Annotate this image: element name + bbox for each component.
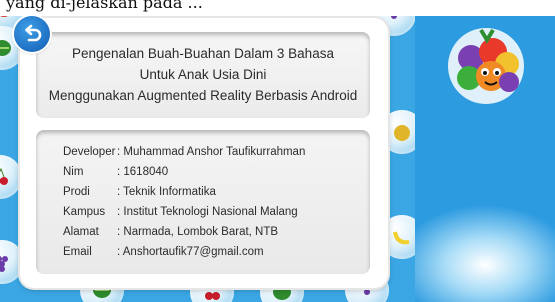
info-value: : Teknik Informatika [117, 186, 216, 198]
developer-info-panel: Developer : Muhammad Anshor Taufikurrahm… [36, 130, 370, 274]
about-screen: Pengenalan Buah-Buahan Dalam 3 Bahasa Un… [0, 0, 555, 302]
info-label: Alamat [63, 226, 99, 238]
banana-icon [393, 231, 410, 245]
back-button[interactable] [14, 16, 50, 52]
document-caption-fragment: yang di-jelaskan pada ... [0, 0, 555, 16]
info-value: : 1618040 [117, 166, 169, 178]
grape-icon [0, 256, 8, 272]
caption-text: yang di-jelaskan pada ... [6, 0, 203, 12]
app-title-line-3: Menggunakan Augmented Reality Berbasis A… [48, 88, 358, 103]
app-title-panel: Pengenalan Buah-Buahan Dalam 3 Bahasa Un… [36, 32, 370, 118]
apple-icon [394, 125, 410, 141]
info-value: : Anshortaufik77@gmail.com [117, 246, 264, 258]
info-value: : Institut Teknologi Nasional Malang [117, 206, 298, 218]
info-label: Developer [63, 146, 116, 158]
info-label: Nim [63, 166, 84, 178]
info-label: Prodi [63, 186, 90, 198]
info-value: : Muhammad Anshor Taufikurrahman [117, 146, 306, 158]
info-label: Kampus [63, 206, 106, 218]
cherry-icon [0, 167, 8, 185]
fruit-bubble [0, 155, 22, 199]
fruit-mascot-icon [448, 28, 524, 104]
app-title-line-2: Untuk Anak Usia Dini [139, 67, 267, 82]
info-value: : Narmada, Lombok Barat, NTB [117, 226, 279, 238]
watermelon-icon [0, 40, 11, 56]
app-title-line-1: Pengenalan Buah-Buahan Dalam 3 Bahasa [72, 46, 334, 61]
back-arrow-icon [25, 24, 42, 42]
info-label: Email [63, 246, 92, 258]
about-card: Pengenalan Buah-Buahan Dalam 3 Bahasa Un… [20, 18, 388, 288]
